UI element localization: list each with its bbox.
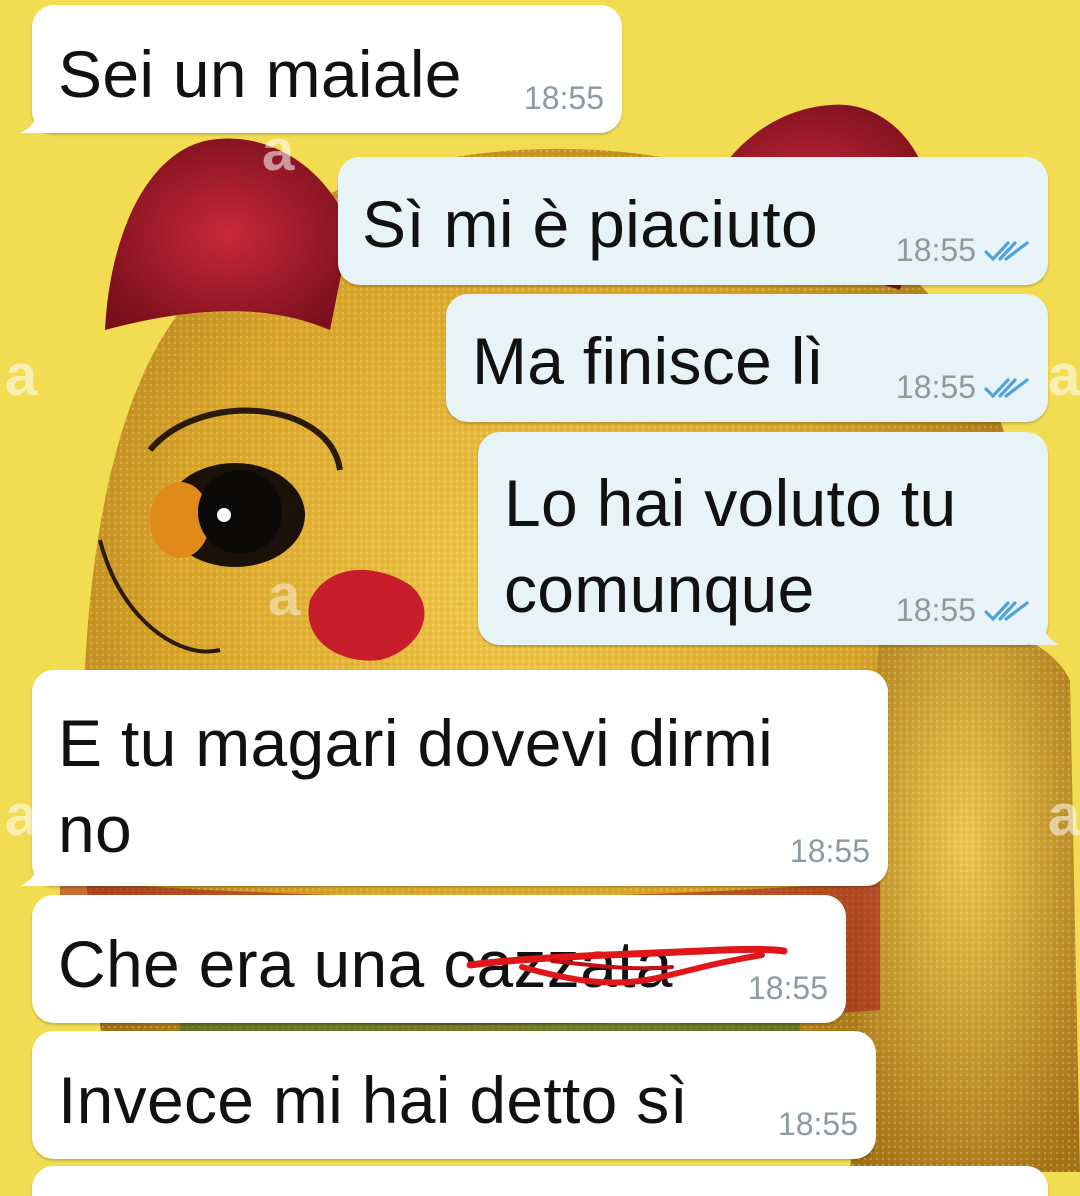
bubble-tail <box>1030 623 1060 645</box>
bubble-tail <box>20 864 50 886</box>
message-text: Ma finisce lì <box>472 324 825 398</box>
watermark-letter: a <box>1048 783 1080 848</box>
message-bubble-outgoing[interactable]: Sì mi è piaciuto 18:55 <box>338 157 1048 285</box>
message-text: Lo hai voluto tu comunque <box>504 466 957 626</box>
message-bubble-incoming[interactable]: Che era una cazzata 18:55 <box>32 895 846 1023</box>
message-text: Sei un maiale <box>58 37 462 111</box>
double-check-read-icon <box>984 240 1029 261</box>
message-timestamp: 18:55 <box>523 80 604 116</box>
message-bubble-incoming-partial[interactable] <box>32 1166 1048 1196</box>
watermark-letter: a <box>1048 343 1080 408</box>
double-check-read-icon <box>984 600 1029 621</box>
message-bubble-incoming[interactable]: E tu magari dovevi dirmi no 18:55 <box>20 670 888 886</box>
message-text: Sì mi è piaciuto <box>362 187 819 261</box>
watermark-letter: a <box>268 563 301 628</box>
message-text: Invece mi hai detto sì <box>58 1063 689 1137</box>
message-timestamp: 18:55 <box>747 970 828 1006</box>
double-check-read-icon <box>984 377 1029 398</box>
message-text: E tu magari dovevi dirmi no <box>58 706 774 866</box>
message-text: Che era una cazzata <box>58 927 673 1001</box>
message-bubble-outgoing[interactable]: Lo hai voluto tu comunque 18:55 <box>478 432 1060 645</box>
bubble-tail <box>20 111 50 133</box>
message-timestamp: 18:55 <box>895 232 976 268</box>
message-timestamp: 18:55 <box>895 592 976 628</box>
message-timestamp: 18:55 <box>895 369 976 405</box>
message-bubble-incoming[interactable]: Invece mi hai detto sì 18:55 <box>32 1031 876 1159</box>
message-timestamp: 18:55 <box>777 1106 858 1142</box>
message-bubble-incoming[interactable]: Sei un maiale 18:55 <box>20 5 622 133</box>
message-bubble-outgoing[interactable]: Ma finisce lì 18:55 <box>446 294 1048 422</box>
watermark-letter: a <box>5 343 38 408</box>
message-timestamp: 18:55 <box>789 833 870 869</box>
